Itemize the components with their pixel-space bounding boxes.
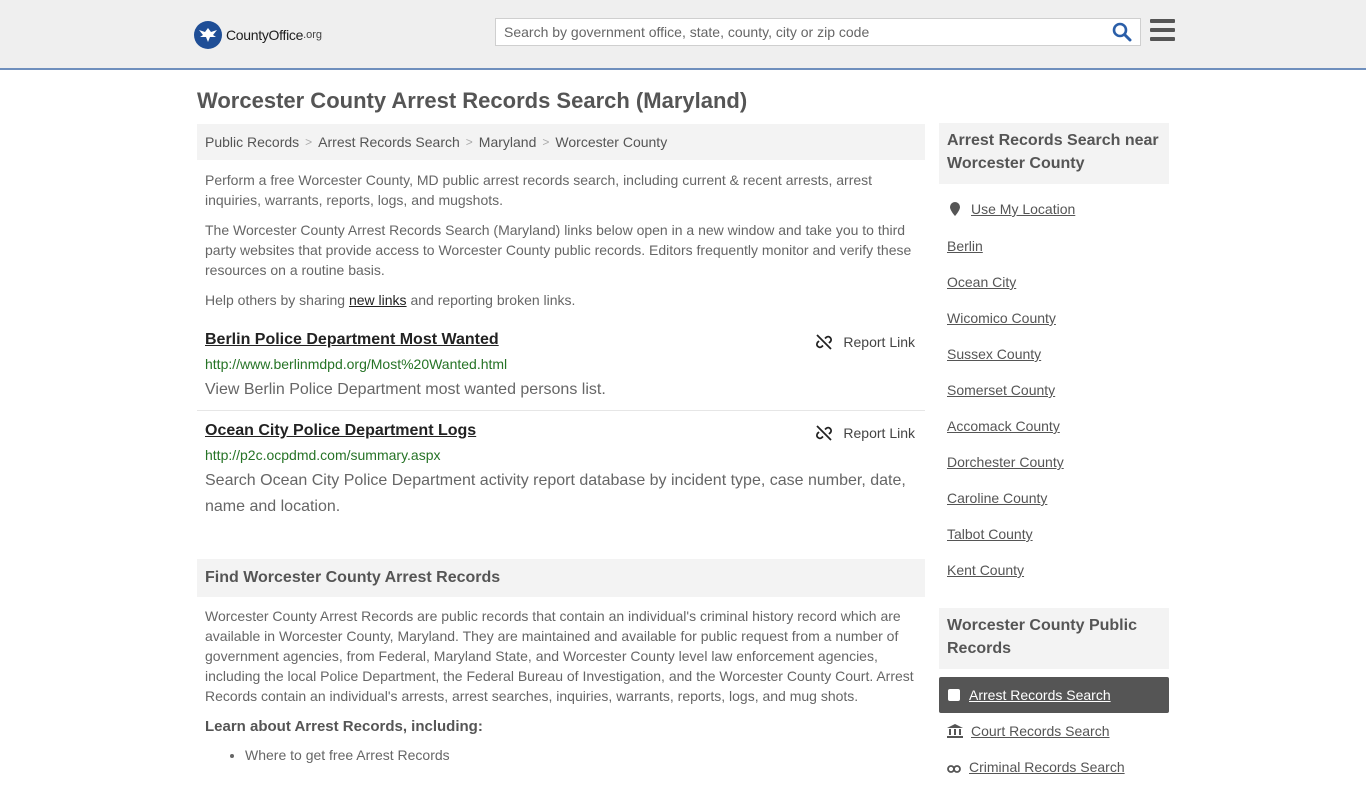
handcuffs-icon <box>947 765 961 773</box>
record-item: Berlin Police Department Most Wanted Rep… <box>197 331 925 401</box>
site-header: CountyOffice .org <box>0 0 1366 70</box>
sidebar-item-label: Arrest Records Search <box>969 687 1111 703</box>
breadcrumb: Public Records > Arrest Records Search >… <box>197 124 925 160</box>
sidebar-item-talbot-county[interactable]: Talbot County <box>947 526 1033 542</box>
breadcrumb-separator-icon: > <box>542 135 550 149</box>
eagle-logo-icon <box>194 21 222 49</box>
sidebar-item-accomack-county[interactable]: Accomack County <box>947 418 1060 434</box>
report-link-button[interactable]: Report Link <box>815 333 915 351</box>
report-link-button[interactable]: Report Link <box>815 424 915 442</box>
sidebar-item-label: Court Records Search <box>971 723 1110 739</box>
record-url: http://www.berlinmdpd.org/Most%20Wanted.… <box>205 356 508 372</box>
sidebar-item-dorchester-county[interactable]: Dorchester County <box>947 454 1064 470</box>
breadcrumb-worcester-county[interactable]: Worcester County <box>555 134 667 150</box>
breadcrumb-public-records[interactable]: Public Records <box>205 134 299 150</box>
intro-p3-text-after: and reporting broken links. <box>406 292 576 308</box>
sidebar-near-heading: Arrest Records Search near Worcester Cou… <box>939 123 1169 184</box>
sidebar-item-sussex-county[interactable]: Sussex County <box>947 346 1041 362</box>
logo-name: CountyOffice <box>226 27 304 43</box>
sidebar-item-label: Criminal Records Search <box>969 759 1125 775</box>
record-url: http://p2c.ocpdmd.com/summary.aspx <box>205 447 441 463</box>
sidebar-item-kent-county[interactable]: Kent County <box>947 562 1024 578</box>
use-my-location-link[interactable]: Use My Location <box>971 201 1075 217</box>
intro-paragraph-1: Perform a free Worcester County, MD publ… <box>205 172 873 208</box>
search-box <box>495 18 1141 46</box>
broken-link-icon <box>816 425 833 441</box>
record-description: View Berlin Police Department most wante… <box>205 381 606 398</box>
hamburger-menu-icon[interactable] <box>1150 19 1176 43</box>
sidebar-item-criminal-records-search[interactable]: Criminal Records Search <box>939 749 1169 785</box>
courthouse-icon <box>947 724 963 738</box>
find-records-body: Worcester County Arrest Records are publ… <box>205 608 914 704</box>
sidebar-item-arrest-records-search[interactable]: Arrest Records Search <box>939 677 1169 713</box>
intro-paragraph-3: Help others by sharing new links and rep… <box>205 290 917 310</box>
site-logo[interactable]: CountyOffice .org <box>194 20 322 50</box>
find-records-heading: Find Worcester County Arrest Records <box>197 559 925 597</box>
sidebar-item-wicomico-county[interactable]: Wicomico County <box>947 310 1056 326</box>
breadcrumb-separator-icon: > <box>465 135 473 149</box>
record-title-link[interactable]: Ocean City Police Department Logs <box>205 422 476 440</box>
record-item: Ocean City Police Department Logs Report… <box>197 422 925 518</box>
intro-p3-text: Help others by sharing <box>205 292 349 308</box>
search-icon[interactable] <box>1112 22 1134 44</box>
sidebar-item-somerset-county[interactable]: Somerset County <box>947 382 1055 398</box>
search-input[interactable] <box>496 19 1122 45</box>
learn-about-heading: Learn about Arrest Records, including: <box>205 718 483 735</box>
breadcrumb-maryland[interactable]: Maryland <box>479 134 537 150</box>
report-link-label: Report Link <box>843 425 915 441</box>
sidebar-item-ocean-city[interactable]: Ocean City <box>947 274 1016 290</box>
checkbox-icon <box>948 689 960 701</box>
sidebar-item-berlin[interactable]: Berlin <box>947 238 983 254</box>
breadcrumb-separator-icon: > <box>305 135 313 149</box>
sidebar-item-court-records-search[interactable]: Court Records Search <box>939 713 1169 749</box>
record-title-link[interactable]: Berlin Police Department Most Wanted <box>205 331 499 349</box>
sidebar-public-records-heading: Worcester County Public Records <box>939 608 1169 669</box>
sidebar-item-caroline-county[interactable]: Caroline County <box>947 490 1047 506</box>
broken-link-icon <box>816 334 833 350</box>
location-pin-icon <box>950 202 960 216</box>
page-title: Worcester County Arrest Records Search (… <box>197 88 748 113</box>
learn-about-list: Where to get free Arrest Records <box>225 747 450 763</box>
new-links-link[interactable]: new links <box>349 292 407 308</box>
record-description: Search Ocean City Police Department acti… <box>205 472 906 515</box>
breadcrumb-arrest-records-search[interactable]: Arrest Records Search <box>318 134 460 150</box>
use-my-location[interactable]: Use My Location <box>947 201 1075 217</box>
record-divider <box>197 410 925 411</box>
intro-paragraph-2: The Worcester County Arrest Records Sear… <box>205 222 912 278</box>
report-link-label: Report Link <box>843 334 915 350</box>
list-item: Where to get free Arrest Records <box>245 747 450 763</box>
logo-ext: .org <box>303 29 323 41</box>
